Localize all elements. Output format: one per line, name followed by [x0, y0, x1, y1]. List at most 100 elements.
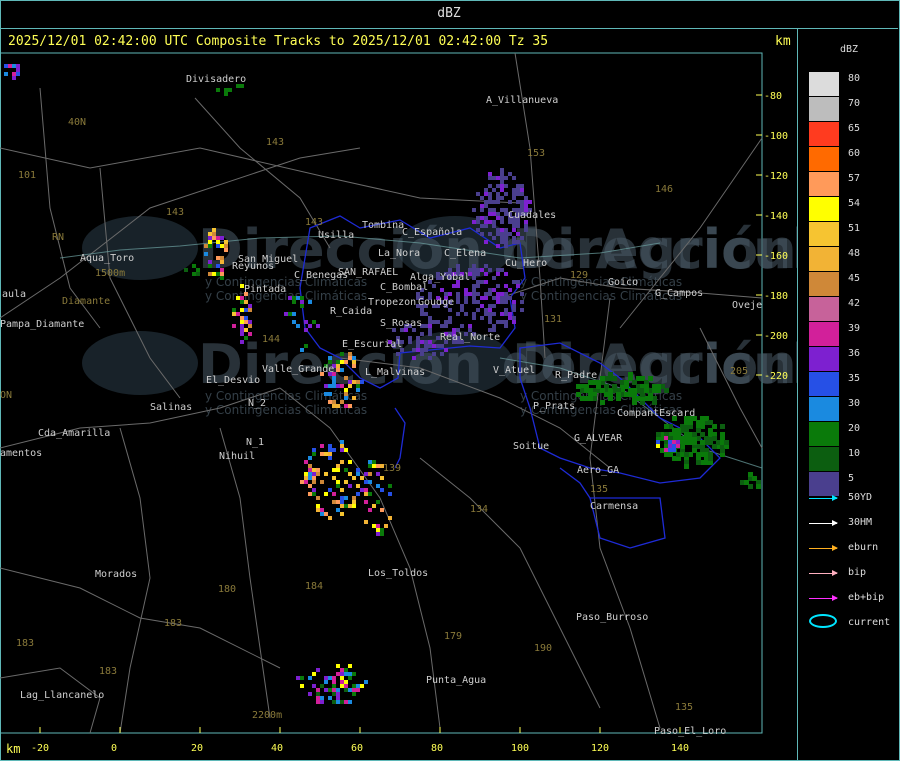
- legend-level-label: 45: [848, 273, 861, 284]
- track-arrow-icon: [809, 520, 838, 526]
- svg-text:144: 144: [262, 334, 280, 345]
- svg-text:C_Elena: C_Elena: [444, 248, 486, 259]
- window-title: dBZ: [0, 0, 898, 29]
- track-label: eb+bip: [848, 592, 885, 603]
- x-tick-label: 100: [511, 743, 529, 754]
- svg-text:Morados: Morados: [95, 569, 137, 580]
- svg-text:Paso_El_Loro: Paso_El_Loro: [654, 726, 726, 737]
- svg-text:101: 101: [18, 170, 36, 181]
- legend-level-label: 35: [848, 373, 861, 384]
- x-tick-label: 120: [591, 743, 609, 754]
- x-tick-label: 0: [111, 743, 117, 754]
- track-label: 30HM: [848, 517, 873, 528]
- svg-text:C_Española: C_Española: [402, 227, 462, 238]
- svg-text:153: 153: [527, 148, 545, 159]
- unit-label-bottom: km: [6, 742, 21, 756]
- svg-text:Valle_Grande: Valle_Grande: [262, 364, 334, 375]
- svg-text:135: 135: [590, 484, 608, 495]
- unit-label-top: km: [775, 34, 791, 49]
- svg-text:G_ALVEAR: G_ALVEAR: [574, 433, 623, 444]
- x-tick-label: 60: [351, 743, 363, 754]
- radar-map[interactable]: Dirección de Agricultura Dirección de Ag…: [0, 28, 797, 760]
- svg-text:Usilla: Usilla: [318, 230, 354, 241]
- svg-text:134: 134: [470, 504, 488, 515]
- legend-level-label: 36: [848, 348, 861, 359]
- svg-text:Tropezon: Tropezon: [368, 297, 416, 308]
- x-tick-label: 40: [271, 743, 283, 754]
- legend-level-label: 39: [848, 323, 861, 334]
- track-label: bip: [848, 567, 867, 578]
- y-tick-label: -100: [764, 131, 788, 142]
- svg-text:2200m: 2200m: [252, 710, 282, 721]
- svg-text:N_1: N_1: [246, 437, 264, 448]
- svg-text:G_Campos: G_Campos: [655, 288, 703, 299]
- legend-level-label: 5: [848, 473, 855, 484]
- svg-text:143: 143: [266, 137, 284, 148]
- legend-swatch: [809, 147, 839, 171]
- track-arrow-icon: [809, 495, 838, 501]
- y-tick-label: -220: [764, 371, 788, 382]
- svg-text:179: 179: [444, 631, 462, 642]
- svg-text:C_Bombal: C_Bombal: [380, 282, 428, 293]
- svg-text:Pampa_Diamante: Pampa_Diamante: [0, 319, 84, 330]
- legend-swatch: [809, 97, 839, 121]
- svg-text:Dirección de Agricultura: Dirección de Agricultura: [512, 218, 797, 281]
- svg-text:190: 190: [534, 643, 552, 654]
- x-axis-ticks: -20 0 20 40 60 80 100 120 140: [31, 727, 689, 754]
- svg-text:183: 183: [164, 618, 182, 629]
- legend-swatch: [809, 372, 839, 396]
- track-arrow-icon: [809, 545, 838, 551]
- legend-swatch: [809, 197, 839, 221]
- legend-level-label: 54: [848, 198, 861, 209]
- svg-text:40N: 40N: [68, 117, 86, 128]
- svg-text:Nihuil: Nihuil: [219, 451, 255, 462]
- svg-text:S_Rosas: S_Rosas: [380, 318, 422, 329]
- svg-text:R_Padre: R_Padre: [555, 370, 597, 381]
- svg-text:205: 205: [730, 366, 748, 377]
- legend-level-label: 42: [848, 298, 861, 309]
- composite-header: 2025/12/01 02:42:00 UTC Composite Tracks…: [8, 34, 549, 49]
- svg-text:Los_Toldos: Los_Toldos: [368, 568, 428, 579]
- svg-text:180: 180: [218, 584, 236, 595]
- legend-level-label: 10: [848, 448, 861, 459]
- svg-text:Lag_Llancanelo: Lag_Llancanelo: [20, 690, 104, 701]
- y-tick-label: -200: [764, 331, 788, 342]
- svg-text:Pintada: Pintada: [244, 284, 286, 295]
- track-label: 50YD: [848, 492, 873, 503]
- legend-swatch: [809, 122, 839, 146]
- svg-text:Oveje: Oveje: [732, 300, 762, 311]
- legend-title: dBZ: [840, 44, 859, 55]
- y-tick-label: -160: [764, 251, 788, 262]
- legend-swatch: [809, 422, 839, 446]
- legend-swatch: [809, 247, 839, 271]
- y-tick-label: -180: [764, 291, 788, 302]
- svg-text:Salinas: Salinas: [150, 402, 192, 413]
- svg-text:Reyunos: Reyunos: [232, 261, 274, 272]
- svg-text:N_2: N_2: [248, 398, 266, 409]
- track-legend-item: bip: [808, 567, 898, 581]
- legend-level-label: 48: [848, 248, 861, 259]
- svg-text:R_Caida: R_Caida: [330, 306, 372, 317]
- track-legend-item: 30HM: [808, 517, 898, 531]
- svg-text:amentos: amentos: [0, 448, 42, 459]
- svg-text:135: 135: [675, 702, 693, 713]
- svg-text:143: 143: [305, 217, 323, 228]
- legend-level-label: 20: [848, 423, 861, 434]
- legend-level-label: 51: [848, 223, 861, 234]
- svg-text:146: 146: [655, 184, 673, 195]
- legend-swatch: [809, 272, 839, 296]
- svg-text:Aero_GA: Aero_GA: [577, 465, 619, 476]
- svg-text:y Contingencias Climáticas: y Contingencias Climáticas: [520, 275, 682, 289]
- svg-text:Soitue: Soitue: [513, 441, 549, 452]
- current-ellipse-icon: [809, 614, 837, 628]
- track-label: eburn: [848, 542, 879, 553]
- svg-text:P_Prats: P_Prats: [533, 401, 575, 412]
- svg-text:L_Malvinas: L_Malvinas: [365, 367, 425, 378]
- svg-text:Goico: Goico: [608, 277, 638, 288]
- y-tick-label: -140: [764, 211, 788, 222]
- svg-text:ON: ON: [0, 390, 12, 401]
- svg-text:Cu_Hero: Cu_Hero: [505, 258, 547, 269]
- legend-level-label: 57: [848, 173, 861, 184]
- svg-text:129: 129: [570, 270, 588, 281]
- svg-text:139: 139: [383, 463, 401, 474]
